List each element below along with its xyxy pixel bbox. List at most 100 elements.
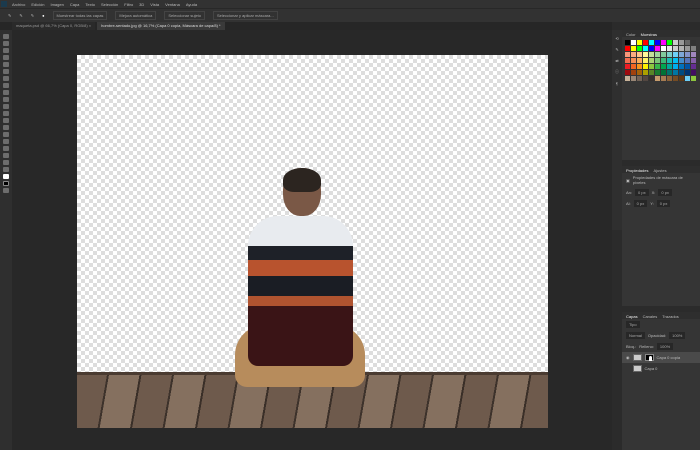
color-swatch[interactable] (649, 76, 654, 81)
color-swatch[interactable] (625, 46, 630, 51)
color-swatch[interactable] (673, 70, 678, 75)
hand-tool-icon[interactable] (3, 160, 9, 165)
menu-select[interactable]: Selección (101, 2, 118, 7)
stamp-tool-icon[interactable] (3, 90, 9, 95)
color-swatch[interactable] (631, 70, 636, 75)
tab-adjustments[interactable]: Ajustes (653, 168, 666, 173)
color-swatch[interactable] (649, 46, 654, 51)
color-swatch[interactable] (691, 46, 696, 51)
color-swatch[interactable] (655, 40, 660, 45)
color-swatch[interactable] (685, 52, 690, 57)
color-swatch[interactable] (661, 76, 666, 81)
color-swatch[interactable] (667, 64, 672, 69)
color-swatch[interactable] (649, 58, 654, 63)
color-swatch[interactable] (685, 76, 690, 81)
tab-document-2[interactable]: hombre-sentado.jpg @ 16,7% (Capa 0 copia… (97, 22, 225, 30)
path-select-tool-icon[interactable] (3, 146, 9, 151)
color-swatch[interactable] (661, 58, 666, 63)
color-swatch[interactable] (679, 70, 684, 75)
color-swatch[interactable] (631, 52, 636, 57)
menu-type[interactable]: Texto (85, 2, 95, 7)
color-swatch[interactable] (691, 52, 696, 57)
brush-tool-icon[interactable] (3, 83, 9, 88)
eraser-tool-icon[interactable] (3, 104, 9, 109)
tab-channels[interactable]: Canales (643, 314, 658, 319)
document-canvas[interactable] (77, 55, 548, 428)
shape-tool-icon[interactable] (3, 153, 9, 158)
color-swatch[interactable] (649, 64, 654, 69)
color-swatch[interactable] (679, 46, 684, 51)
fill-field[interactable]: 100% (656, 343, 674, 350)
color-swatch[interactable] (691, 76, 696, 81)
marquee-tool-icon[interactable] (3, 41, 9, 46)
photoshop-logo[interactable] (1, 1, 7, 7)
paragraph-icon[interactable]: ¶ (616, 81, 618, 86)
y-field[interactable]: 0 px (656, 200, 671, 207)
color-swatch[interactable] (643, 70, 648, 75)
color-swatch[interactable] (631, 64, 636, 69)
color-swatch[interactable] (649, 70, 654, 75)
move-tool-icon[interactable] (3, 34, 9, 39)
color-swatch[interactable] (661, 70, 666, 75)
color-swatch[interactable] (625, 40, 630, 45)
lasso-tool-icon[interactable] (3, 48, 9, 53)
layer-name[interactable]: Capa 0 copia (657, 355, 681, 360)
brush-size-icon[interactable]: ● (42, 13, 44, 18)
color-swatch[interactable] (673, 64, 678, 69)
healing-tool-icon[interactable] (3, 76, 9, 81)
brush-tool-icon[interactable]: ✎ (8, 13, 11, 18)
color-swatch[interactable] (691, 40, 696, 45)
color-swatch[interactable] (661, 52, 666, 57)
brush-add-icon[interactable]: ✎ (19, 13, 22, 18)
color-swatch[interactable] (685, 70, 690, 75)
color-swatch[interactable] (643, 58, 648, 63)
color-swatch[interactable] (667, 52, 672, 57)
color-swatch[interactable] (673, 58, 678, 63)
color-swatch[interactable] (661, 46, 666, 51)
width-field[interactable]: 0 px (635, 189, 649, 196)
background-color-swatch[interactable] (3, 181, 9, 186)
tab-color[interactable]: Color (626, 32, 636, 37)
color-swatch[interactable] (679, 76, 684, 81)
color-swatch[interactable] (637, 46, 642, 51)
sample-all-layers-checkbox[interactable]: Muestrear todas las capas (52, 11, 108, 20)
quick-select-tool-icon[interactable] (3, 55, 9, 60)
color-swatch[interactable] (679, 40, 684, 45)
color-swatch[interactable] (667, 40, 672, 45)
blend-mode-select[interactable]: Normal (626, 332, 645, 339)
color-swatch[interactable] (625, 76, 630, 81)
color-swatch[interactable] (673, 76, 678, 81)
color-swatch[interactable] (643, 40, 648, 45)
layer-row[interactable]: ◉ Capa 0 copia (622, 352, 700, 363)
color-swatch[interactable] (673, 52, 678, 57)
color-swatch[interactable] (685, 46, 690, 51)
tab-swatches[interactable]: Muestras (641, 32, 657, 37)
color-swatch[interactable] (679, 58, 684, 63)
tab-layers[interactable]: Capas (626, 314, 638, 319)
opacity-field[interactable]: 100% (669, 332, 686, 339)
color-swatch[interactable] (661, 64, 666, 69)
color-swatch[interactable] (631, 58, 636, 63)
select-subject-button[interactable]: Seleccionar sujeto (164, 11, 206, 20)
color-swatch[interactable] (625, 70, 630, 75)
color-swatch[interactable] (637, 52, 642, 57)
color-swatch[interactable] (655, 58, 660, 63)
quick-mask-icon[interactable] (3, 188, 9, 193)
layer-filter-select[interactable]: Tipo (626, 321, 640, 328)
tab-paths[interactable]: Trazados (662, 314, 679, 319)
gradient-tool-icon[interactable] (3, 111, 9, 116)
pen-tool-icon[interactable] (3, 132, 9, 137)
color-swatch[interactable] (667, 58, 672, 63)
color-swatch[interactable] (667, 70, 672, 75)
color-swatch[interactable] (679, 64, 684, 69)
color-swatch[interactable] (643, 46, 648, 51)
menu-3d[interactable]: 3D (139, 2, 144, 7)
menu-edit[interactable]: Edición (31, 2, 44, 7)
color-swatch[interactable] (649, 40, 654, 45)
color-swatch[interactable] (691, 64, 696, 69)
color-swatch[interactable] (631, 40, 636, 45)
layer-row[interactable]: ◉ Capa 0 (622, 363, 700, 374)
color-swatch[interactable] (637, 40, 642, 45)
height-field[interactable]: 0 px (633, 200, 648, 207)
history-brush-icon[interactable] (3, 97, 9, 102)
